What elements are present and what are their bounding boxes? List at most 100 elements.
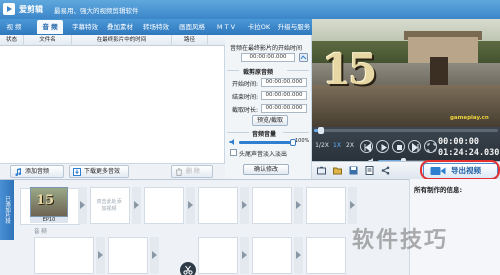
tab-picture-style[interactable]: 画面风格 [176, 20, 208, 34]
audio-track-label: 音 频 [34, 229, 47, 235]
fullscreen-button[interactable] [424, 140, 437, 153]
fade-label: 头尾声音淡入淡出 [239, 151, 288, 158]
track-slot-4[interactable] [252, 237, 292, 274]
add-audio-button[interactable]: 添加音频 [10, 165, 64, 178]
audio-volume-slider[interactable] [239, 139, 296, 146]
play-button[interactable] [376, 140, 389, 153]
total-time: 01:24:24.030 [438, 148, 500, 158]
audio-list-panel: 状态 文件名 在最终影片中的时间 路径 添加音频 下载更多音效 删 除 [0, 35, 225, 179]
save-icon[interactable] [349, 166, 358, 175]
speaker-icon [229, 139, 234, 145]
start-time-in-movie-label: 音频在最终影片的开始时间 [230, 45, 303, 52]
scissor-icon [183, 265, 193, 275]
audio-table-body[interactable] [0, 46, 225, 163]
new-project-icon[interactable] [365, 166, 374, 175]
tab-karaoke[interactable]: 卡拉OK [244, 20, 274, 34]
pick-time-icon[interactable] [299, 53, 308, 62]
audio-volume-fill [239, 141, 293, 144]
seek-bar[interactable] [314, 127, 498, 134]
download-icon [73, 168, 81, 176]
confirm-changes-button[interactable]: 确认修改 [243, 164, 289, 175]
added-clips-label: 已添加片段 [0, 180, 14, 240]
tab-video[interactable]: 视 频 [2, 20, 26, 34]
preview-watermark: gameplay.cn [450, 115, 489, 121]
title-bar: 爱剪辑 最易用、强大的视频剪辑软件 [0, 0, 500, 19]
empty-clip-slot-4[interactable] [198, 187, 238, 224]
volume-title: 音频音量 [252, 131, 277, 138]
add-video-hint: 双击此处添加视频 [96, 199, 122, 212]
clip-start-input[interactable]: 00:00:00.000 [261, 78, 307, 87]
clip-duration-input[interactable]: 00:00:00.000 [261, 104, 307, 113]
music-note-icon [15, 168, 22, 176]
tab-overlay[interactable]: 叠加素材 [104, 20, 136, 34]
track-slot-1[interactable] [34, 237, 94, 274]
column-path[interactable]: 路径 [172, 35, 208, 46]
audio-settings-panel: 音频在最终影片的开始时间 00:00:00.000 裁剪原音频 开始时间: 00… [225, 35, 312, 179]
split-scissor-button[interactable] [180, 262, 196, 275]
share-icon[interactable] [381, 166, 390, 175]
app-logo-icon [3, 3, 15, 15]
empty-clip-slot-5[interactable] [252, 187, 292, 224]
start-label: 开始时间: [232, 81, 259, 88]
end-label: 结束时间: [232, 94, 259, 101]
current-time: 00:00:00 [438, 137, 479, 147]
stop-button[interactable] [392, 140, 405, 153]
info-panel-title: 所有制作的信息: [414, 186, 463, 194]
empty-clip-slot-6[interactable] [306, 187, 346, 224]
preview-overlay-number: 15 [322, 45, 377, 94]
prev-icon [364, 143, 371, 152]
transition-slot-1[interactable] [78, 187, 87, 224]
track-slot-5[interactable] [306, 237, 346, 274]
empty-clip-slot-3[interactable] [144, 187, 184, 224]
delete-audio-button[interactable]: 删 除 [171, 165, 213, 178]
start-time-in-movie-input[interactable]: 00:00:00.000 [241, 53, 295, 62]
fullscreen-icon [427, 143, 436, 152]
clip-thumbnail[interactable]: 15 [30, 187, 68, 217]
track-transition-4[interactable] [294, 237, 303, 274]
stop-icon [397, 145, 402, 150]
tab-subtitle-effects[interactable]: 字幕特效 [70, 20, 100, 34]
fade-checkbox[interactable] [230, 149, 237, 156]
app-name: 爱剪辑 [19, 5, 43, 14]
folder-icon[interactable] [333, 166, 342, 175]
transition-slot-4[interactable] [240, 187, 249, 224]
clip-thumbnail-number: 15 [36, 193, 55, 208]
volume-percent: 100% [295, 138, 310, 144]
track-transition-1[interactable] [96, 237, 105, 274]
column-status[interactable]: 状态 [0, 35, 24, 46]
audio-table-header: 状态 文件名 在最终影片中的时间 路径 [0, 35, 225, 46]
export-highlight-annotation [420, 160, 500, 180]
transition-slot-5[interactable] [294, 187, 303, 224]
play-icon [381, 144, 387, 151]
seek-knob[interactable] [318, 127, 325, 134]
transition-slot-2[interactable] [132, 187, 141, 224]
speed-half[interactable]: 1/2X [315, 141, 329, 151]
speed-2x[interactable]: 2X [345, 141, 355, 151]
tab-audio[interactable]: 音 频 [37, 20, 63, 34]
download-more-sfx-button[interactable]: 下载更多音效 [69, 165, 129, 178]
column-filename[interactable]: 文件名 [24, 35, 72, 46]
next-icon [412, 143, 419, 152]
track-slot-2[interactable] [108, 237, 148, 274]
app-slogan: 最易用、强大的视频剪辑软件 [54, 7, 139, 15]
tab-mtv[interactable]: M T V [211, 20, 241, 34]
clip-end-input[interactable]: 00:00:00.000 [261, 91, 307, 100]
transition-slot-3[interactable] [186, 187, 195, 224]
clip-section-title: 裁剪原音频 [243, 69, 274, 76]
next-frame-button[interactable] [408, 140, 421, 153]
preview-cut-button[interactable]: 预览/截取 [252, 115, 288, 126]
track-transition-3[interactable] [240, 237, 249, 274]
track-transition-2[interactable] [150, 237, 159, 274]
prev-frame-button[interactable] [360, 140, 373, 153]
clip-caption: EP10 [30, 217, 68, 223]
column-time-in-movie[interactable]: 在最终影片中的时间 [72, 35, 172, 46]
tab-transitions[interactable]: 转场特效 [140, 20, 172, 34]
trash-icon [175, 168, 183, 176]
tab-upgrade[interactable]: 升级与服务 [276, 20, 312, 34]
video-preview[interactable]: 15 gameplay.cn [312, 19, 500, 127]
snapshot-icon[interactable] [317, 166, 326, 175]
watermark-overlay: 软件技巧 [352, 228, 449, 253]
speed-1x[interactable]: 1X [332, 141, 342, 151]
transition-slot-6[interactable] [348, 187, 357, 224]
track-slot-3[interactable] [198, 237, 238, 274]
